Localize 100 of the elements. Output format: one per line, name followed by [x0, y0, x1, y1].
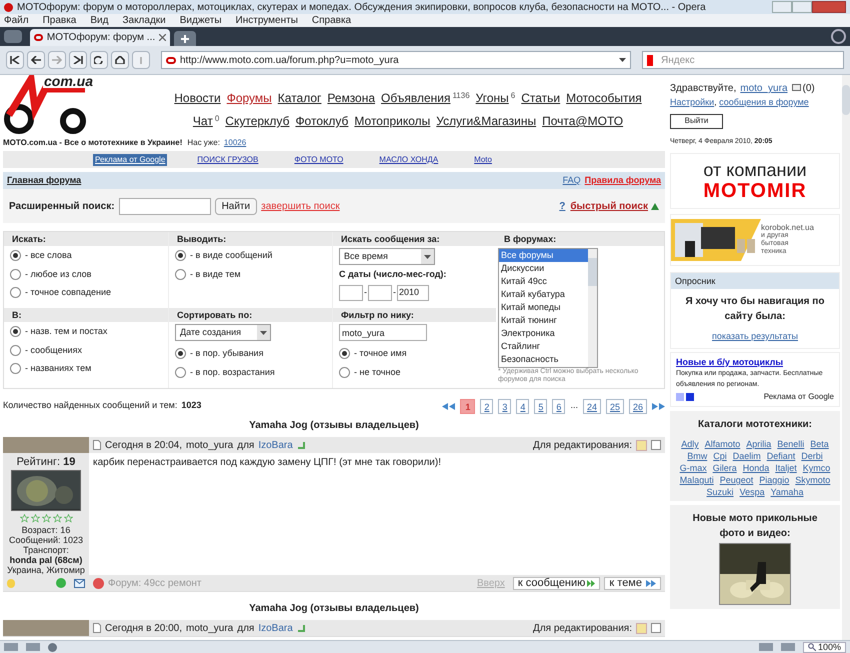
forum-list[interactable]: Все форумы Дискуссии Китай 49сс Китай кубатура Китай мопеды Китай тюнинг Электроника Стайлинг Безопасность [498, 248, 598, 368]
reload-icon[interactable] [90, 51, 108, 69]
brand-link[interactable]: Gilera [712, 462, 737, 474]
month-field[interactable] [368, 284, 392, 300]
page-link[interactable]: 24 [582, 398, 601, 414]
menu-item[interactable]: Виджеты [180, 13, 222, 28]
radio-button[interactable] [339, 366, 350, 378]
page-link[interactable]: 4 [516, 398, 530, 414]
forum-option[interactable]: Все форумы [499, 249, 588, 262]
menu-item[interactable]: Правка [42, 13, 76, 28]
forum-option[interactable]: Дискуссии [499, 262, 588, 275]
brand-link[interactable]: Aprilia [746, 438, 772, 450]
rules-link[interactable]: Правила форума [584, 174, 661, 188]
to-post-button[interactable]: к сообщению [512, 576, 600, 590]
brand-link[interactable]: Benelli [777, 438, 804, 450]
year-field[interactable]: 2010 [397, 284, 429, 300]
arrow-up-icon[interactable] [651, 202, 659, 210]
forum-option[interactable]: Китай тюнинг [499, 314, 588, 327]
logout-button[interactable]: Выйти [670, 114, 723, 128]
post-author[interactable]: moto_yura [186, 438, 234, 452]
brand-link[interactable]: Cpi [713, 450, 727, 462]
find-button[interactable]: Найти [214, 198, 258, 214]
menu-item[interactable]: Инструменты [236, 13, 298, 28]
ad-link[interactable]: ФОТО МОТО [294, 154, 344, 166]
brand-link[interactable]: G-max [680, 462, 707, 474]
radio-button[interactable] [10, 344, 21, 356]
dropdown[interactable]: Все время [339, 248, 435, 265]
settings-link[interactable]: Настройки [670, 97, 714, 107]
edit-icon[interactable] [636, 622, 647, 634]
messages-link[interactable]: сообщения в форуме [719, 97, 809, 107]
nav-link[interactable]: Форумы [226, 91, 272, 105]
forum-option[interactable]: Китай 49сс [499, 275, 588, 288]
menu-item[interactable]: Справка [312, 13, 352, 28]
page-link[interactable]: 2 [480, 398, 494, 414]
brand-link[interactable]: Bmw [687, 450, 708, 462]
forum-option[interactable]: Китай мопеды [499, 301, 588, 314]
user-link[interactable]: moto_yura [740, 83, 788, 94]
rewind-icon[interactable] [6, 51, 24, 69]
nav-link[interactable]: Скутерклуб [225, 114, 290, 128]
brand-link[interactable]: Skymoto [795, 474, 830, 486]
to-topic-button[interactable]: к теме [604, 576, 661, 590]
search-input[interactable] [118, 198, 211, 214]
radio-button[interactable] [10, 326, 21, 338]
ad-banner[interactable]: от компании MOTOMIR [670, 153, 840, 209]
dropdown[interactable]: Дате создания [175, 324, 271, 341]
brand-link[interactable]: Vespa [740, 486, 765, 498]
radio-button[interactable] [175, 268, 186, 280]
brand-link[interactable]: Piaggio [759, 474, 790, 486]
checkbox[interactable] [651, 440, 661, 450]
page-link[interactable]: 5 [534, 398, 548, 414]
close-tab-icon[interactable] [159, 34, 166, 41]
poll-results-link[interactable]: показать результаты [712, 331, 798, 341]
radio-button[interactable] [175, 348, 186, 360]
maximize-button[interactable] [792, 1, 812, 13]
ad-link[interactable]: ПОИСК ГРУЗОВ [197, 154, 258, 166]
brand-link[interactable]: Yamaha [770, 486, 804, 498]
faq-link[interactable]: FAQ [562, 174, 581, 188]
menu-item[interactable]: Закладки [122, 13, 166, 28]
last-page-icon[interactable] [652, 402, 665, 410]
page-link[interactable]: 6 [552, 398, 566, 414]
nav-link[interactable]: Ремзона [327, 91, 376, 105]
search-input[interactable]: Яндекс [661, 52, 839, 68]
brand-link[interactable]: Alfamoto [704, 438, 740, 450]
forum-option[interactable]: Китай кубатура [499, 288, 588, 301]
forum-option[interactable]: Стайлинг [499, 340, 588, 353]
quick-search-link[interactable]: быстрый поиск [570, 198, 648, 214]
radio-button[interactable] [10, 250, 21, 262]
day-field[interactable] [339, 284, 363, 300]
page-link[interactable]: 25 [606, 398, 624, 414]
browser-tab[interactable]: МОТОфорум: форум ... [30, 29, 170, 46]
brand-link[interactable]: Malaguti [680, 474, 714, 486]
brand-link[interactable]: Italjet [775, 462, 797, 474]
nick-field[interactable]: moto_yura [339, 324, 427, 341]
brand-link[interactable]: Defiant [766, 450, 796, 462]
nav-link[interactable]: Статьи [521, 91, 560, 105]
recipient-link[interactable]: IzoBara [258, 620, 293, 636]
brand-link[interactable]: Daelim [732, 450, 761, 462]
brand-link[interactable]: Derbi [801, 450, 823, 462]
users-count-link[interactable]: 10026 [224, 137, 246, 149]
checkbox[interactable] [651, 623, 661, 633]
site-logo[interactable]: com.ua [3, 75, 91, 135]
brand-link[interactable]: Suzuki [706, 486, 734, 498]
page-link[interactable]: 3 [498, 398, 512, 414]
alert-icon[interactable] [93, 578, 104, 588]
nav-link[interactable]: Фотоклуб [295, 114, 348, 128]
ad-link[interactable]: МАСЛО ХОНДА [379, 154, 438, 166]
page-link[interactable]: 26 [628, 398, 647, 414]
new-tab-button[interactable] [174, 31, 196, 46]
ad-title-link[interactable]: Новые и б/у мотоциклы [676, 356, 784, 366]
nav-link[interactable]: Услуги&Магазины [436, 114, 536, 128]
breadcrumb-link[interactable]: Главная форума [7, 174, 82, 188]
nav-link[interactable]: Мотоприколы [354, 114, 430, 128]
end-search-link[interactable]: завершить поиск [261, 198, 340, 214]
first-page-icon[interactable] [442, 402, 456, 410]
radio-button[interactable] [10, 363, 21, 374]
help-link[interactable]: ? [559, 198, 566, 214]
forum-option[interactable]: Электроника [499, 327, 588, 340]
scrollbar[interactable] [588, 249, 597, 367]
nav-link[interactable]: Угоны [476, 91, 509, 105]
mail-icon[interactable] [74, 578, 85, 588]
